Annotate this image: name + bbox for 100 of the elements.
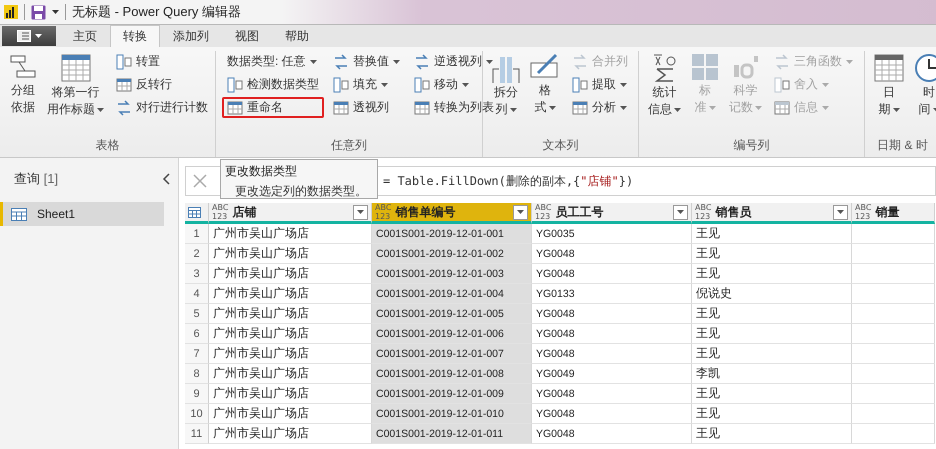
caret-icon: [393, 60, 400, 64]
table-cell: 王见: [692, 344, 852, 364]
table-cell: 广州市吴山广场店: [209, 324, 372, 344]
grid-icon: [774, 100, 790, 116]
table-cell: C001S001-2019-12-01-009: [372, 384, 532, 404]
save-icon[interactable]: [31, 4, 46, 20]
table-cell: 王见: [692, 324, 852, 344]
table-icon: [188, 206, 201, 218]
ribbon-tab[interactable]: 添加列: [160, 25, 222, 47]
table-cell: C001S001-2019-12-01-005: [372, 304, 532, 324]
ribbon-tab[interactable]: 转换: [110, 25, 160, 47]
table-cell: C001S001-2019-12-01-010: [372, 404, 532, 424]
query-item[interactable]: Sheet1: [0, 202, 164, 226]
ribbon-button[interactable]: 替换值: [328, 51, 405, 72]
filter-button[interactable]: [513, 204, 528, 220]
table-cell: C001S001-2019-12-01-006: [372, 324, 532, 344]
row-number: 11: [185, 424, 209, 444]
table-cell: C001S001-2019-12-01-004: [372, 284, 532, 304]
grid-icon: [572, 100, 588, 116]
table-cell: YG0048: [532, 404, 692, 424]
table-cell: YG0049: [532, 364, 692, 384]
ribbon-button[interactable]: 将第一行 用作标题: [44, 51, 107, 137]
table-menu-button[interactable]: [185, 203, 209, 224]
group-label: 日期 & 时: [876, 137, 929, 154]
caret-icon: [822, 106, 829, 110]
column-icon: [116, 54, 132, 70]
table-cell: YG0048: [532, 324, 692, 344]
ribbon-button[interactable]: 检测数据类型: [222, 74, 324, 95]
ribbon-button[interactable]: 数据类型: 任意: [222, 51, 324, 72]
caret-icon: [97, 108, 104, 112]
filter-button[interactable]: [673, 204, 688, 220]
caret-icon: [357, 210, 364, 214]
table-cell: C001S001-2019-12-01-001: [372, 224, 532, 244]
caret-icon: [548, 106, 556, 110]
ribbon-button[interactable]: 透视列: [328, 97, 405, 118]
filter-button[interactable]: [353, 204, 368, 220]
ribbon-button[interactable]: 逆透视列: [409, 51, 499, 72]
table-cell: 广州市吴山广场店: [209, 264, 372, 284]
table-cell: YG0048: [532, 344, 692, 364]
caret-icon: [381, 82, 388, 86]
ribbon-button[interactable]: 对行进行计数: [111, 97, 213, 118]
formula-text: = Table.FillDown(删除的副本,{"店铺"}): [382, 172, 634, 190]
row-number: 5: [185, 304, 209, 324]
table-cell: 广州市吴山广场店: [209, 304, 372, 324]
ribbon-button[interactable]: 分组 依据: [6, 51, 40, 137]
grid-icon: [116, 76, 132, 92]
file-menu-button[interactable]: [2, 26, 56, 46]
table-cell: YG0048: [532, 244, 692, 264]
table-icon: [874, 53, 904, 83]
ribbon-button[interactable]: 重命名: [222, 97, 324, 118]
table-cell: C001S001-2019-12-01-008: [372, 364, 532, 384]
ribbon-button[interactable]: 填充: [328, 74, 405, 95]
caret-icon: [755, 106, 762, 110]
caret-icon: [846, 60, 853, 64]
caret-icon: [310, 60, 317, 64]
table-cell: 王见: [692, 264, 852, 284]
row-number: 9: [185, 384, 209, 404]
ribbon-button[interactable]: 提取: [567, 74, 633, 95]
ribbon-button[interactable]: 反转行: [111, 74, 213, 95]
group-label: 文本列: [542, 137, 580, 154]
ribbon-tab[interactable]: 主页: [60, 25, 110, 47]
table-cell: YG0048: [532, 384, 692, 404]
ribbon-button[interactable]: 分析: [567, 97, 633, 118]
ribbon-button[interactable]: 转置: [111, 51, 213, 72]
type-indicator[interactable]: ABC 123: [855, 203, 872, 221]
table-cell: 王见: [692, 304, 852, 324]
table-cell: 广州市吴山广场店: [209, 244, 372, 264]
column-icon: [572, 76, 588, 92]
type-indicator[interactable]: ABC 123: [695, 203, 712, 221]
table-cell: 广州市吴山广场店: [209, 344, 372, 364]
arrows-icon: [414, 54, 430, 70]
caret-icon: [462, 82, 469, 86]
row-number: 4: [185, 284, 209, 304]
group-label: 编号列: [732, 137, 770, 154]
ribbon-button[interactable]: 统计 信息: [645, 51, 684, 137]
row-number: 7: [185, 344, 209, 364]
type-indicator[interactable]: ABC 123: [535, 203, 552, 221]
grid-icon: [333, 100, 349, 116]
caret-icon: [34, 34, 42, 38]
type-indicator[interactable]: ABC 123: [375, 203, 392, 221]
ribbon-tab[interactable]: 帮助: [272, 25, 322, 47]
chevron-left-icon[interactable]: [162, 173, 170, 185]
window-title: 无标题 - Power Query 编辑器: [72, 3, 242, 21]
ribbon-button[interactable]: 时 间: [911, 51, 936, 137]
type-indicator[interactable]: ABC 123: [212, 203, 228, 221]
table-cell: C001S001-2019-12-01-003: [372, 264, 532, 284]
caret-icon: [677, 210, 684, 214]
ribbon-button[interactable]: 格 式: [527, 51, 563, 137]
table-icon: [60, 53, 90, 83]
caret-icon: [620, 106, 627, 110]
queries-title: 查询 [1]: [14, 170, 58, 188]
row-number: 2: [185, 244, 209, 264]
row-number: 10: [185, 404, 209, 424]
table-cell: 王见: [692, 424, 852, 444]
ribbon-button[interactable]: 日 期: [871, 51, 907, 137]
table-cell: YG0035: [532, 224, 692, 244]
table-cell: 王见: [692, 224, 852, 244]
caret-icon: [510, 108, 516, 112]
ribbon-tab[interactable]: 视图: [222, 25, 272, 47]
filter-button[interactable]: [833, 204, 848, 220]
